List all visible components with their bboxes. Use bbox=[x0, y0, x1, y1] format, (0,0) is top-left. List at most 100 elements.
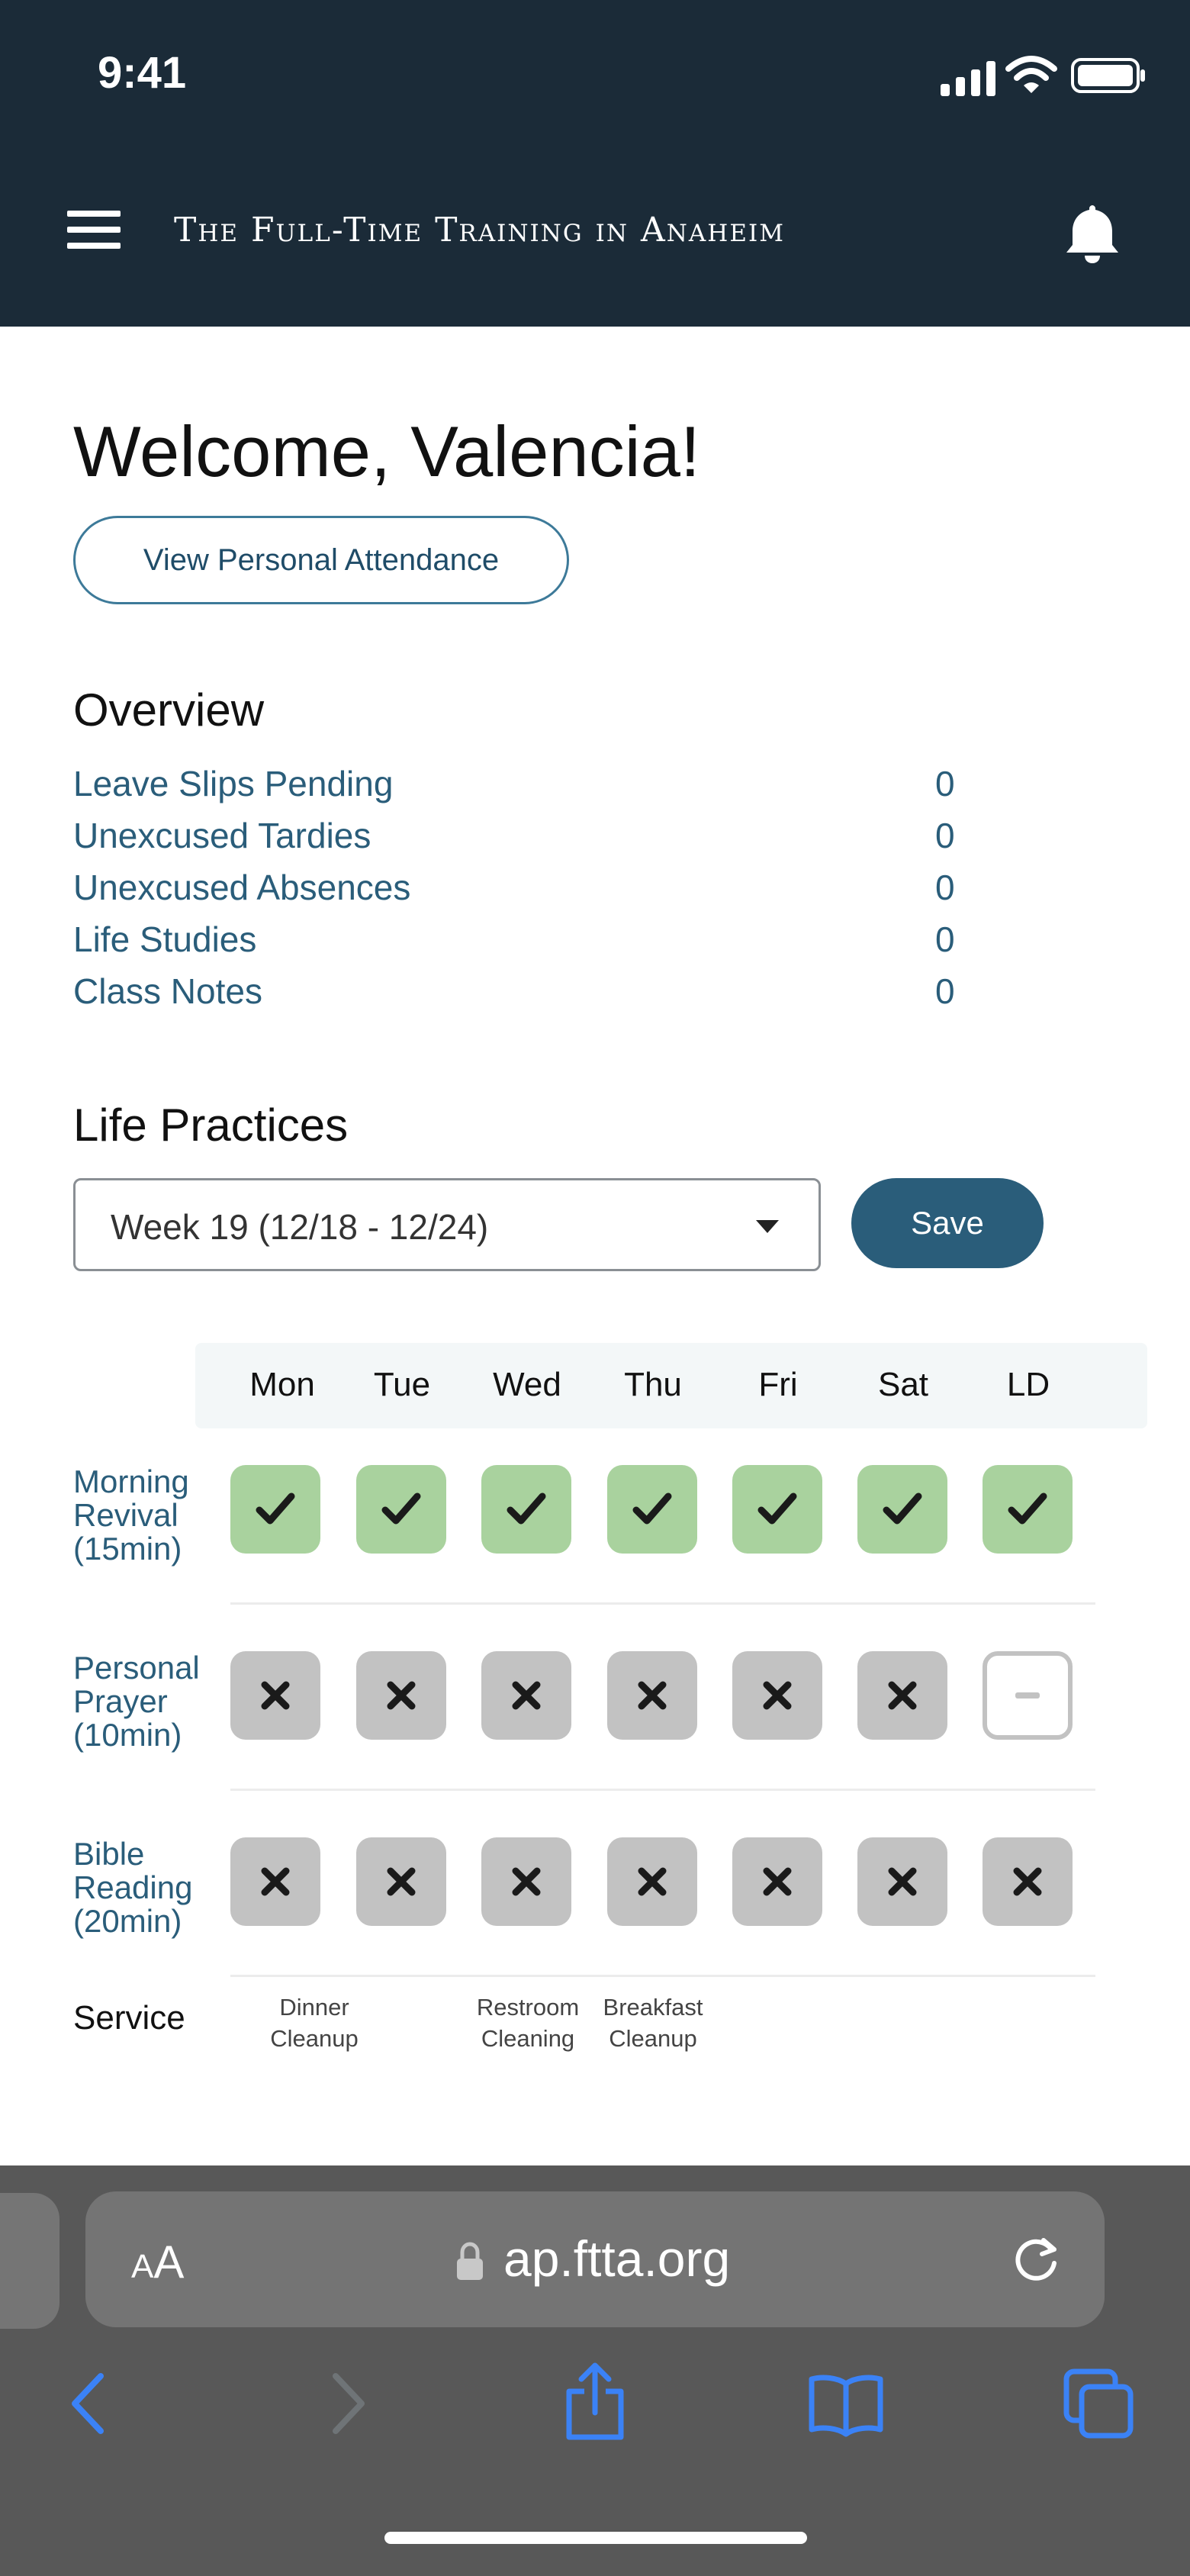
previous-tab-preview[interactable] bbox=[0, 2193, 60, 2329]
checkmark-icon bbox=[632, 1492, 672, 1525]
checkmark-icon bbox=[883, 1492, 922, 1525]
service-entry-mon: Dinner Cleanup bbox=[270, 1994, 359, 2052]
status-time: 9:41 bbox=[98, 48, 187, 98]
x-mark-icon bbox=[387, 1867, 416, 1896]
overview-row-label[interactable]: Class Notes bbox=[73, 971, 262, 1012]
practice-cell-done[interactable] bbox=[607, 1465, 697, 1554]
day-label-wed: Wed bbox=[493, 1366, 561, 1403]
practice-cell-missed[interactable] bbox=[607, 1837, 697, 1926]
x-mark-icon bbox=[1013, 1867, 1042, 1896]
overview-row-label[interactable]: Leave Slips Pending bbox=[73, 763, 393, 804]
practice-cell-missed[interactable] bbox=[857, 1837, 947, 1926]
practice-cell-done[interactable] bbox=[230, 1465, 320, 1554]
practice-cell-done[interactable] bbox=[481, 1465, 571, 1554]
x-mark-icon bbox=[888, 1681, 917, 1710]
app-title: The Full-Time Training in Anaheim bbox=[174, 211, 785, 250]
day-label-ld: LD bbox=[1006, 1366, 1050, 1403]
life-practices-title: Life Practices bbox=[73, 1100, 349, 1151]
overview-row[interactable]: Unexcused Tardies 0 bbox=[73, 815, 958, 861]
checkmark-icon bbox=[381, 1492, 421, 1525]
overview-title: Overview bbox=[73, 684, 265, 736]
overview-row-value: 0 bbox=[935, 868, 955, 907]
practice-cell-done[interactable] bbox=[857, 1465, 947, 1554]
service-entry-wed: Restroom Cleaning bbox=[476, 1994, 580, 2052]
battery-icon bbox=[1071, 58, 1145, 93]
week-select-value: Week 19 (12/18 - 12/24) bbox=[111, 1207, 489, 1247]
x-mark-icon bbox=[763, 1681, 792, 1710]
url-text[interactable]: ap.ftta.org bbox=[503, 2230, 730, 2288]
overview-row[interactable]: Life Studies 0 bbox=[73, 919, 958, 964]
x-mark-icon bbox=[387, 1681, 416, 1710]
view-personal-attendance-button[interactable]: View Personal Attendance bbox=[73, 516, 569, 604]
overview-row[interactable]: Class Notes 0 bbox=[73, 971, 958, 1016]
checkmark-icon bbox=[507, 1492, 546, 1525]
practice-label-bible-reading: Bible Reading (20min) bbox=[73, 1836, 193, 1939]
overview-row-label[interactable]: Life Studies bbox=[73, 919, 256, 960]
checkmark-icon bbox=[1008, 1492, 1047, 1525]
day-label-sat: Sat bbox=[877, 1366, 929, 1403]
x-mark-icon bbox=[512, 1681, 541, 1710]
menu-icon[interactable] bbox=[67, 211, 121, 249]
week-select[interactable]: Week 19 (12/18 - 12/24) bbox=[73, 1178, 821, 1271]
overview-row-value: 0 bbox=[935, 919, 955, 959]
overview-row-value: 0 bbox=[935, 764, 955, 803]
back-arrow-icon[interactable] bbox=[67, 2373, 113, 2434]
cellular-signal-icon bbox=[941, 61, 995, 96]
row-divider bbox=[230, 1975, 1095, 1977]
notification-bell-icon[interactable] bbox=[1063, 202, 1121, 266]
checkmark-icon bbox=[757, 1492, 797, 1525]
practice-cell-missed[interactable] bbox=[356, 1837, 446, 1926]
day-label-fri: Fri bbox=[758, 1366, 798, 1403]
checkmark-icon bbox=[256, 1492, 295, 1525]
x-mark-icon bbox=[638, 1681, 667, 1710]
day-label-thu: Thu bbox=[624, 1366, 682, 1403]
practice-cell-missed[interactable] bbox=[356, 1651, 446, 1740]
x-mark-icon bbox=[638, 1867, 667, 1896]
practice-cell-missed[interactable] bbox=[230, 1651, 320, 1740]
wifi-icon bbox=[1005, 56, 1057, 93]
overview-row-label[interactable]: Unexcused Absences bbox=[73, 867, 410, 908]
welcome-heading: Welcome, Valencia! bbox=[73, 411, 700, 491]
practice-cell-missed[interactable] bbox=[983, 1837, 1073, 1926]
practice-cell-missed[interactable] bbox=[481, 1837, 571, 1926]
practice-cell-missed[interactable] bbox=[607, 1651, 697, 1740]
save-button[interactable]: Save bbox=[851, 1178, 1044, 1268]
bookmarks-icon[interactable] bbox=[807, 2372, 885, 2437]
practice-cell-empty[interactable] bbox=[983, 1651, 1073, 1740]
overview-row[interactable]: Leave Slips Pending 0 bbox=[73, 763, 958, 809]
overview-row-label[interactable]: Unexcused Tardies bbox=[73, 815, 371, 856]
x-mark-icon bbox=[261, 1867, 290, 1896]
practice-cell-done[interactable] bbox=[983, 1465, 1073, 1554]
overview-row-value: 0 bbox=[935, 971, 955, 1011]
x-mark-icon bbox=[512, 1867, 541, 1896]
chevron-down-icon bbox=[756, 1220, 779, 1233]
share-icon[interactable] bbox=[561, 2362, 629, 2442]
practice-cell-missed[interactable] bbox=[732, 1651, 822, 1740]
x-mark-icon bbox=[888, 1867, 917, 1896]
practice-label-morning-revival: Morning Revival (15min) bbox=[73, 1463, 189, 1567]
x-mark-icon bbox=[261, 1681, 290, 1710]
service-label: Service bbox=[73, 1999, 185, 2037]
forward-arrow-icon[interactable] bbox=[323, 2373, 369, 2434]
text-size-button[interactable]: AA bbox=[131, 2236, 184, 2288]
practice-cell-missed[interactable] bbox=[230, 1837, 320, 1926]
day-label-tue: Tue bbox=[373, 1366, 431, 1403]
service-entry-thu: Breakfast Cleanup bbox=[603, 1994, 703, 2052]
practice-cell-missed[interactable] bbox=[857, 1651, 947, 1740]
day-label-mon: Mon bbox=[249, 1366, 315, 1403]
home-indicator bbox=[384, 2532, 807, 2544]
row-divider bbox=[230, 1602, 1095, 1605]
overview-row[interactable]: Unexcused Absences 0 bbox=[73, 867, 958, 913]
row-divider bbox=[230, 1789, 1095, 1791]
reload-icon[interactable] bbox=[1010, 2233, 1063, 2286]
minus-icon bbox=[1015, 1692, 1040, 1699]
practice-cell-missed[interactable] bbox=[732, 1837, 822, 1926]
tabs-icon[interactable] bbox=[1063, 2368, 1135, 2440]
practice-cell-done[interactable] bbox=[356, 1465, 446, 1554]
practice-label-personal-prayer: Personal Prayer (10min) bbox=[73, 1650, 200, 1753]
overview-row-value: 0 bbox=[935, 816, 955, 855]
practice-cell-done[interactable] bbox=[732, 1465, 822, 1554]
x-mark-icon bbox=[763, 1867, 792, 1896]
lock-icon bbox=[457, 2242, 483, 2280]
practice-cell-missed[interactable] bbox=[481, 1651, 571, 1740]
